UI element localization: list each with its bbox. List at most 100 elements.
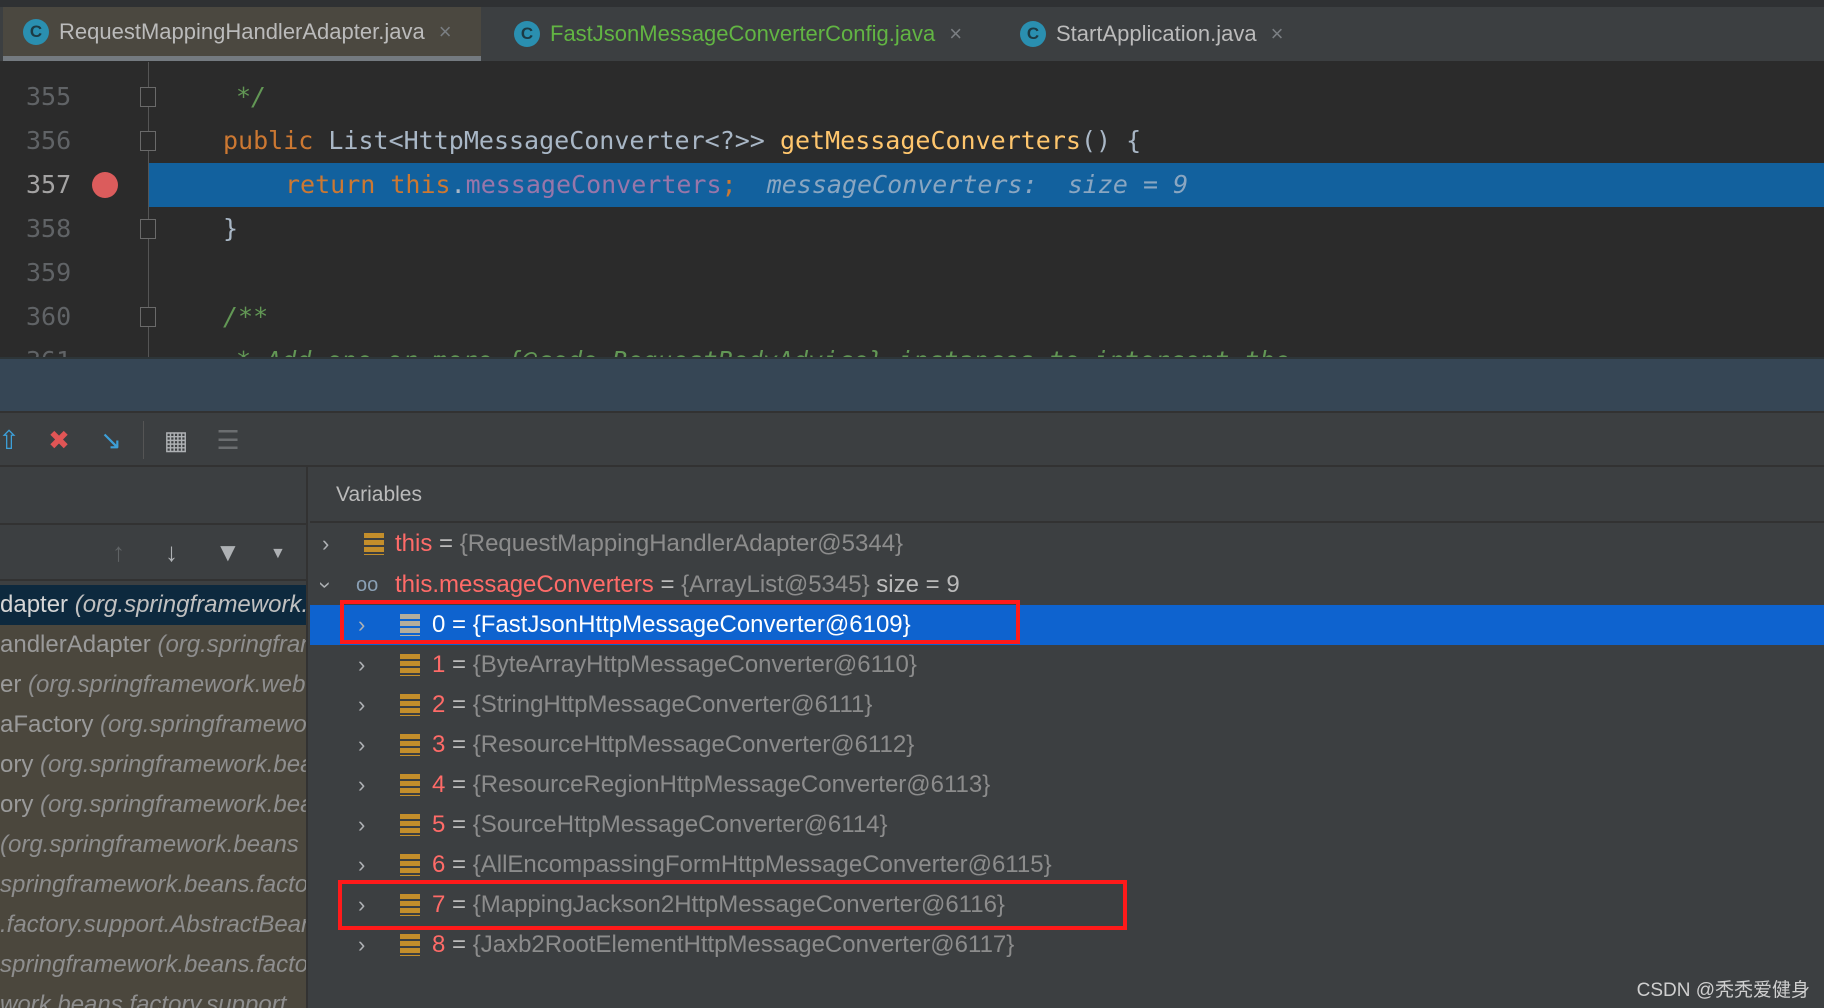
frame-package: (org.springframework.beans: [40, 791, 306, 818]
fold-start-icon[interactable]: [140, 307, 156, 327]
variable-child-row[interactable]: › 3 = {ResourceHttpMessageConverter@6112}: [310, 725, 1824, 765]
element-index: 3: [432, 731, 446, 758]
element-value: {ResourceRegionHttpMessageConverter@6113…: [472, 771, 991, 798]
code-line: public List<HttpMessageConverter<?>> get…: [223, 119, 1141, 163]
chevron-right-icon[interactable]: ›: [358, 805, 365, 845]
arrow-up-icon[interactable]: ↑: [112, 537, 125, 568]
chevron-right-icon[interactable]: ›: [322, 524, 329, 564]
element-index: 2: [432, 691, 446, 718]
dropdown-icon[interactable]: ▼: [270, 545, 286, 563]
close-icon[interactable]: ×: [949, 21, 962, 47]
chevron-down-icon[interactable]: ›: [306, 581, 346, 588]
frame-item[interactable]: andlerAdapter (org.springframework: [0, 625, 306, 665]
watermark: CSDN @秃秃爱健身: [1636, 980, 1810, 1001]
frame-package: (org.springframework.beans: [0, 831, 299, 858]
element-index: 1: [432, 651, 446, 678]
code-line: }: [223, 214, 239, 243]
tab-label: RequestMappingHandlerAdapter.java: [59, 18, 425, 44]
frame-package: springframework.beans.factory: [0, 951, 308, 978]
frame-item[interactable]: .factory.support.AbstractBean: [0, 905, 308, 945]
close-icon[interactable]: ×: [1271, 21, 1284, 47]
drop-frame-icon[interactable]: ✖: [44, 425, 74, 456]
element-index: 5: [432, 811, 446, 838]
variable-child-row[interactable]: › 4 = {ResourceRegionHttpMessageConverter…: [310, 765, 1824, 805]
frame-item[interactable]: springframework.beans.factory: [0, 945, 308, 985]
tab-label: FastJsonMessageConverterConfig.java: [550, 21, 936, 46]
frame-item[interactable]: ory (org.springframework.beans: [0, 745, 306, 785]
debug-toolbar: ⇧ ✖ ↘ ▦ ☰: [0, 411, 1824, 467]
chevron-right-icon[interactable]: ›: [358, 645, 365, 685]
element-value: {AllEncompassingFormHttpMessageConverter…: [472, 851, 1052, 878]
frame-package: (org.springframework: [157, 631, 306, 658]
tab-requestmappinghandleradapter[interactable]: C RequestMappingHandlerAdapter.java ×: [3, 7, 481, 61]
tab-label: StartApplication.java: [1056, 21, 1257, 46]
variable-child-row[interactable]: › 8 = {Jaxb2RootElementHttpMessageConvert…: [310, 925, 1824, 965]
line-number: 357: [26, 170, 72, 199]
variable-child-row[interactable]: › 1 = {ByteArrayHttpMessageConverter@6110…: [310, 645, 1824, 685]
arrow-down-icon[interactable]: ↓: [165, 537, 178, 568]
field-icon: [400, 654, 420, 676]
variable-name: this: [395, 530, 433, 557]
keyword: this: [390, 170, 451, 199]
frame-method: andlerAdapter: [0, 631, 158, 658]
element-value: {Jaxb2RootElementHttpMessageConverter@61…: [472, 931, 1015, 958]
chevron-right-icon[interactable]: ›: [358, 725, 365, 765]
variable-size: size = 9: [876, 571, 960, 598]
frame-package: (org.springframework: [100, 711, 308, 738]
evaluate-expression-icon[interactable]: ▦: [161, 425, 191, 456]
variable-row-messageconverters[interactable]: › oo this.messageConverters = {ArrayList…: [310, 565, 1824, 605]
frame-item[interactable]: aFactory (org.springframework: [0, 705, 308, 745]
semicolon: ;: [721, 170, 737, 199]
chevron-right-icon[interactable]: ›: [358, 845, 365, 885]
field-icon: [400, 814, 420, 836]
element-value: {ResourceHttpMessageConverter@6112}: [472, 731, 915, 758]
tab-startapplication[interactable]: C StartApplication.java ×: [1000, 7, 1283, 61]
element-value: {SourceHttpMessageConverter@6114}: [472, 811, 888, 838]
variable-child-row[interactable]: › 2 = {StringHttpMessageConverter@6111}: [310, 685, 1824, 725]
frame-method: ory: [0, 751, 41, 778]
chevron-right-icon[interactable]: ›: [358, 925, 365, 965]
filter-icon[interactable]: ▼: [215, 537, 241, 568]
run-class-icon: C: [1020, 21, 1046, 47]
frame-item[interactable]: work.beans.factory.support: [0, 985, 306, 1008]
frame-item[interactable]: er (org.springframework.web: [0, 665, 306, 705]
chevron-right-icon[interactable]: ›: [358, 685, 365, 725]
field-icon: [400, 854, 420, 876]
variable-row-this[interactable]: › this = {RequestMappingHandlerAdapter@5…: [310, 524, 1824, 564]
variable-value: {ArrayList@5345}: [681, 571, 870, 598]
breakpoint-icon[interactable]: [92, 172, 118, 198]
variable-child-row[interactable]: › 6 = {AllEncompassingFormHttpMessageConv…: [310, 845, 1824, 885]
class-locked-icon: C: [23, 18, 49, 45]
frame-item[interactable]: (org.springframework.beans: [0, 825, 306, 865]
field-icon: [400, 734, 420, 756]
fold-end-icon[interactable]: [140, 219, 156, 239]
trace-icon[interactable]: ☰: [213, 425, 243, 456]
step-out-icon[interactable]: ⇧: [0, 425, 24, 456]
debug-tool-window-header: [0, 357, 1824, 411]
frame-package: work.beans.factory.support: [0, 991, 287, 1008]
frame-package: springframework.beans.factory: [0, 871, 308, 898]
frame-method: ory: [0, 791, 41, 818]
code-editor[interactable]: 355 356 357 358 359 360 361 */ public Li…: [0, 62, 1824, 357]
frame-package: .factory.support.AbstractBean: [0, 911, 308, 938]
inline-debug-hint: messageConverters: size = 9: [766, 170, 1189, 199]
frame-item[interactable]: ory (org.springframework.beans: [0, 785, 306, 825]
close-icon[interactable]: ×: [439, 19, 452, 45]
code-line: /**: [223, 302, 269, 331]
line-number: 360: [26, 302, 72, 331]
run-to-cursor-icon[interactable]: ↘: [96, 425, 126, 456]
frame-method: er: [0, 671, 29, 698]
variable-child-row[interactable]: › 5 = {SourceHttpMessageConverter@6114}: [310, 805, 1824, 845]
frame-item[interactable]: springframework.beans.factory: [0, 865, 308, 905]
fold-start-icon[interactable]: [140, 131, 156, 151]
line-number: 356: [26, 126, 72, 155]
frame-item[interactable]: dapter (org.springframework.web: [0, 585, 306, 625]
element-value: {ByteArrayHttpMessageConverter@6110}: [472, 651, 917, 678]
line-number: 359: [26, 258, 72, 287]
fold-end-icon[interactable]: [140, 87, 156, 107]
chevron-right-icon[interactable]: ›: [358, 765, 365, 805]
frames-toolbar: ↑ ↓ ▼ ▼: [0, 523, 306, 581]
line-number: 358: [26, 214, 72, 243]
frames-panel: ↑ ↓ ▼ ▼ dapter (org.springframework.weba…: [0, 467, 308, 1008]
tab-fastjsonmessageconverterconfig[interactable]: C FastJsonMessageConverterConfig.java ×: [494, 7, 962, 61]
